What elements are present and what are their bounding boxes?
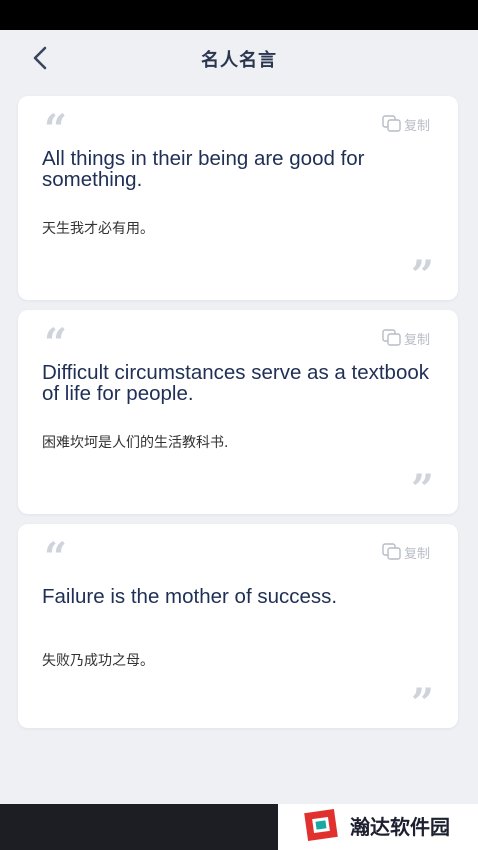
close-quote-mark: ”: [410, 256, 434, 286]
copy-button[interactable]: 复制: [382, 328, 430, 348]
status-bar: [0, 0, 478, 30]
close-quote-mark: ”: [410, 684, 434, 714]
nav-bar: 名人名言: [0, 30, 478, 86]
quote-english: Failure is the mother of success.: [42, 585, 338, 608]
quote-card: “ 复制 All things in their being are good …: [18, 96, 458, 300]
copy-label: 复制: [403, 546, 430, 562]
watermark: 瀚达软件园: [300, 802, 450, 848]
close-quote-mark: ”: [410, 470, 434, 500]
copy-label: 复制: [403, 118, 430, 134]
quote-card: “ 复制 Difficult circumstances serve as a …: [18, 310, 458, 514]
copy-button[interactable]: 复制: [382, 114, 430, 134]
copy-button[interactable]: 复制: [382, 542, 430, 562]
quote-chinese: 失败乃成功之母。: [42, 653, 154, 669]
open-quote-mark: “: [44, 538, 68, 568]
quote-chinese: 困难坎坷是人们的生活教科书.: [42, 435, 229, 451]
page-title: 名人名言: [201, 50, 277, 71]
handa-logo-icon: [304, 809, 338, 841]
copy-icon: [382, 329, 401, 346]
copy-icon: [382, 543, 401, 560]
copy-icon: [382, 115, 401, 132]
quote-chinese: 天生我才必有用。: [42, 221, 154, 237]
open-quote-mark: “: [44, 110, 68, 140]
quote-english: Difficult circumstances serve as a textb…: [42, 361, 429, 405]
bottom-bar: [0, 804, 278, 850]
copy-label: 复制: [403, 332, 430, 348]
quote-english: All things in their being are good for s…: [42, 147, 365, 191]
open-quote-mark: “: [44, 324, 68, 354]
quote-card: “ 复制 Failure is the mother of success. 失…: [18, 524, 458, 728]
watermark-text: 瀚达软件园: [350, 814, 450, 839]
